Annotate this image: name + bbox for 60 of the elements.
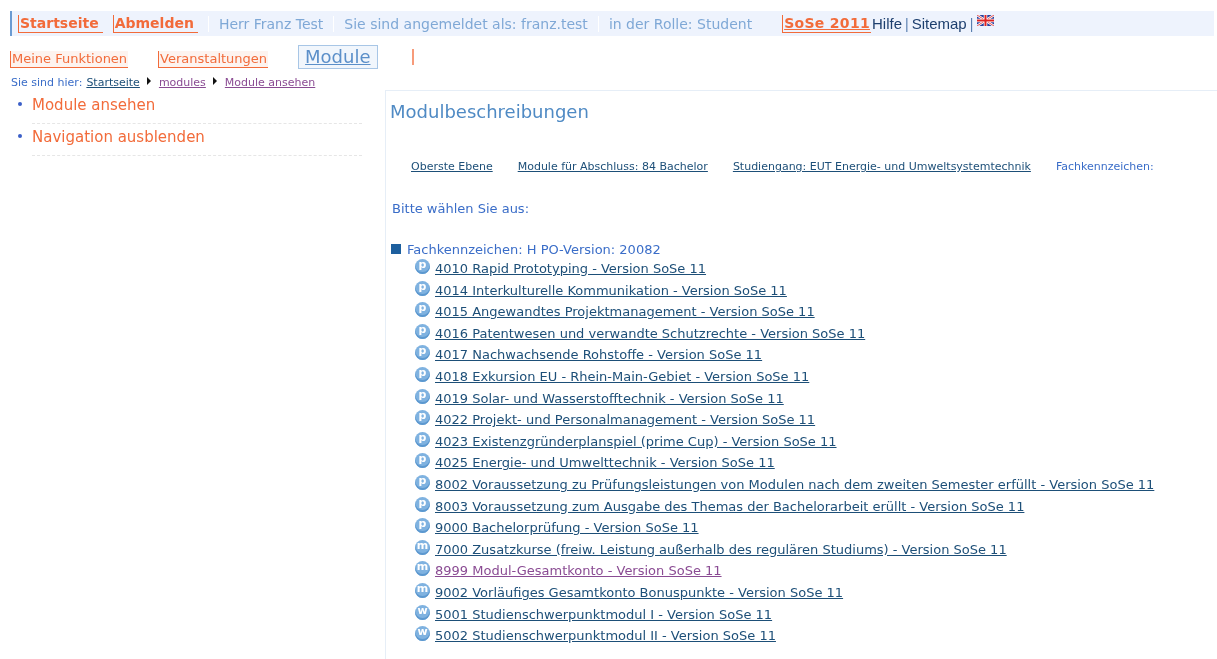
module-link[interactable]: 4023 Existenzgründerplanspiel (prime Cup) - Version SoSe 11 bbox=[435, 432, 837, 450]
type-badge: p bbox=[415, 388, 430, 404]
level-link[interactable]: Studiengang: EUT Energie- und Umweltsystemtechnik bbox=[732, 160, 1031, 173]
level-link[interactable]: Oberste Ebene bbox=[411, 160, 493, 173]
type-badge: p bbox=[415, 259, 430, 274]
bullet-icon bbox=[18, 134, 22, 138]
breadcrumb-label: Sie sind hier: bbox=[11, 75, 83, 89]
module-link[interactable]: 9000 Bachelorprüfung - Version SoSe 11 bbox=[435, 519, 699, 537]
type-badge: p bbox=[415, 496, 430, 512]
module-link[interactable]: 8003 Voraussetzung zum Ausgabe des Themas der Bachelorarbeit erüllt - Version SoSe 11 bbox=[435, 497, 1025, 515]
arrow-icon bbox=[212, 76, 217, 85]
page-heading: Modulbeschreibungen bbox=[390, 101, 589, 122]
module-link[interactable]: 5002 Studienschwerpunktmodul II - Version SoSe 11 bbox=[435, 627, 776, 645]
module-link[interactable]: 4019 Solar- und Wasserstofftechnik - Version SoSe 11 bbox=[435, 389, 784, 407]
module-link[interactable]: 4010 Rapid Prototyping - Version SoSe 11 bbox=[435, 260, 707, 277]
breadcrumb-link[interactable]: modules bbox=[158, 75, 206, 89]
module-link[interactable]: 4016 Patentwesen und verwandte Schutzrechte - Version SoSe 11 bbox=[435, 324, 866, 342]
tree-node-label: Fachkennzeichen: H PO-Version: 20082 bbox=[407, 241, 661, 257]
type-badge: p bbox=[415, 280, 430, 296]
module-link[interactable]: 9002 Vorläufiges Gesamtkonto Bonuspunkte - Version SoSe 11 bbox=[435, 583, 844, 601]
nav-link[interactable]: Hilfe bbox=[870, 15, 903, 32]
type-badge: p bbox=[415, 453, 430, 469]
module-link[interactable]: 7000 Zusatzkurse (freiw. Leistung außerhalb des regulären Studiums) - Version SoSe 11 bbox=[435, 540, 1007, 558]
type-badge: m bbox=[415, 582, 430, 598]
level-link[interactable]: Module für Abschluss: 84 Bachelor bbox=[517, 160, 708, 173]
module-link[interactable]: 5001 Studienschwerpunktmodul I - Version SoSe 11 bbox=[435, 605, 773, 623]
prompt-text: Bitte wählen Sie aus: bbox=[392, 201, 530, 216]
type-badge: m bbox=[415, 539, 430, 555]
type-badge: p bbox=[415, 410, 430, 426]
type-badge: m bbox=[415, 561, 430, 577]
breadcrumb-link[interactable]: Startseite bbox=[86, 75, 140, 89]
user-info-text: Herr Franz Test bbox=[207, 15, 334, 32]
module-link[interactable]: 4014 Interkulturelle Kommunikation - Version SoSe 11 bbox=[435, 281, 787, 299]
module-link[interactable]: 4015 Angewandtes Projektmanagement - Version SoSe 11 bbox=[435, 303, 815, 321]
user-info-text: Sie sind angemeldet als: franz.test bbox=[333, 15, 598, 32]
flag-icon[interactable] bbox=[977, 15, 995, 26]
nav-link[interactable]: Sitemap bbox=[910, 15, 968, 32]
module-link[interactable]: 8002 Voraussetzung zu Prüfungsleistungen von Modulen nach dem zweiten Semester erfüllt - Version SoSe 11 bbox=[435, 475, 1155, 493]
module-link[interactable]: 8999 Modul-Gesamtkonto - Version SoSe 11 bbox=[435, 562, 722, 580]
type-badge: p bbox=[415, 323, 430, 339]
type-badge: p bbox=[415, 474, 430, 490]
level-text: Fachkennzeichen: bbox=[1055, 160, 1154, 173]
module-link[interactable]: 4018 Exkursion EU - Rhein-Main-Gebiet - Version SoSe 11 bbox=[435, 367, 810, 385]
separator-text: | bbox=[968, 15, 975, 32]
separator-text: | bbox=[904, 15, 910, 32]
user-info-text: in der Rolle: Student bbox=[597, 15, 763, 32]
type-badge: p bbox=[415, 366, 430, 382]
breadcrumb-link[interactable]: Module ansehen bbox=[224, 75, 316, 89]
module-link[interactable]: 4022 Projekt- und Personalmanagement - Version SoSe 11 bbox=[435, 411, 816, 429]
module-link[interactable]: 4025 Energie- und Umwelttechnik - Version SoSe 11 bbox=[435, 454, 775, 472]
arrow-icon bbox=[146, 76, 151, 85]
type-badge: p bbox=[415, 431, 430, 447]
type-badge: p bbox=[415, 518, 430, 534]
type-badge: p bbox=[415, 302, 430, 318]
bullet-icon bbox=[18, 102, 22, 106]
node-square-icon[interactable] bbox=[391, 244, 401, 254]
type-badge: w bbox=[415, 604, 430, 620]
type-badge: p bbox=[415, 345, 430, 361]
type-badge: w bbox=[415, 626, 430, 642]
module-link[interactable]: 4017 Nachwachsende Rohstoffe - Version SoSe 11 bbox=[435, 346, 763, 364]
